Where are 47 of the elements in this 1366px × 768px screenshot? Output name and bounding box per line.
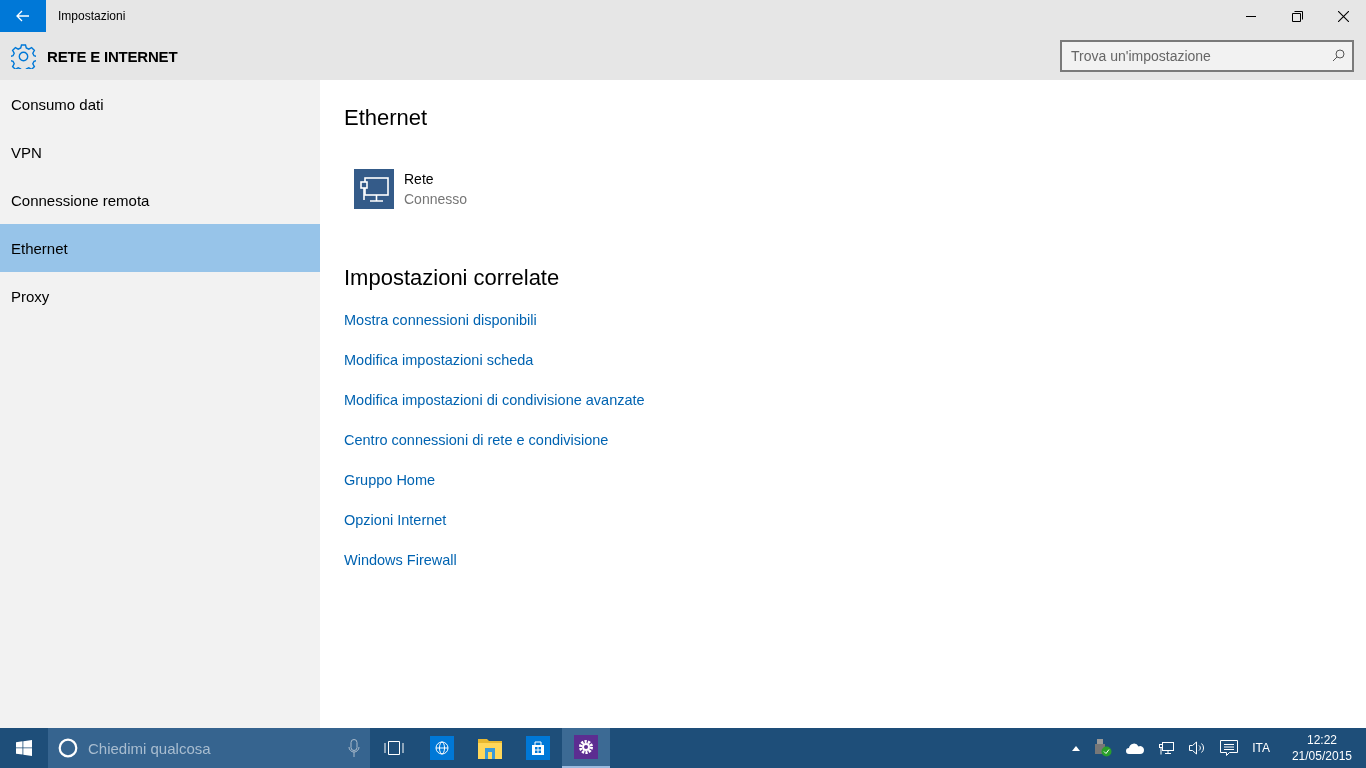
folder-app-icon [478,737,502,759]
taskbar-search-box[interactable]: Chiedimi qualcosa [48,728,370,768]
back-arrow-icon [16,10,30,22]
section-heading: Impostazioni correlate [344,265,561,291]
globe-app-icon [430,736,454,760]
network-icon[interactable] [1158,740,1175,756]
usb-check-icon[interactable] [1094,739,1113,757]
clock-time[interactable]: 12:22 [1306,733,1337,747]
notification-icon[interactable] [1220,739,1239,757]
caret-up-icon[interactable] [1072,745,1081,751]
close-icon [1337,10,1349,22]
back-button[interactable] [0,0,46,32]
search-icon [1332,49,1345,62]
search-field[interactable]: Trova un'impostazione [1060,40,1354,72]
sidebar-item[interactable]: Ethernet [0,224,320,272]
task-view-icon [384,741,404,755]
taskbar-app-button[interactable] [562,728,610,768]
microphone-icon [348,739,360,757]
taskbar-search-field[interactable]: Chiedimi qualcosa [88,739,348,757]
section-heading: Ethernet [344,105,429,131]
settings-link[interactable]: Modifica impostazioni scheda [344,351,534,369]
sidebar-item[interactable]: Connessione remota [0,176,320,224]
windows-logo-icon [16,740,32,756]
settings-link[interactable]: Mostra connessioni disponibili [344,311,537,329]
shopping-bag-app-icon [526,736,550,760]
settings-link[interactable]: Windows Firewall [344,551,457,569]
settings-link[interactable]: Modifica impostazioni di condivisione avanzate [344,391,645,409]
network-status: Connesso [404,191,468,207]
settings-link[interactable]: Gruppo Home [344,471,436,489]
settings-gear-icon [11,43,36,69]
settings-link[interactable]: Opzioni Internet [344,511,447,529]
circle-icon [58,738,78,758]
minimize-icon [1246,15,1256,17]
page-title: RETE E INTERNET [47,47,179,65]
cloud-icon[interactable] [1126,742,1145,754]
sidebar-item[interactable]: Consumo dati [0,80,320,128]
sidebar-item[interactable]: VPN [0,128,320,176]
clock-date[interactable]: 21/05/2015 [1291,749,1352,763]
language-indicator[interactable]: ITA [1252,741,1270,755]
network-name: Rete [404,171,435,187]
restore-icon [1291,10,1303,22]
gear-app-icon [574,735,598,759]
speaker-icon[interactable] [1188,740,1207,756]
sidebar-item[interactable]: Proxy [0,272,320,320]
window-title: Impostazioni [58,9,127,23]
settings-link[interactable]: Centro connessioni di rete e condivisione [344,431,609,449]
network-monitor-icon [354,169,394,209]
